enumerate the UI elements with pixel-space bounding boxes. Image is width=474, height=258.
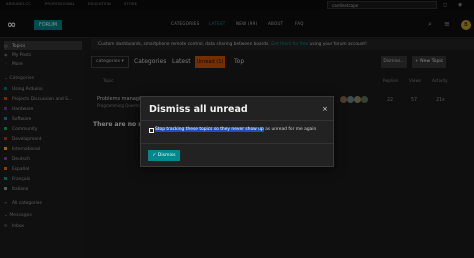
modal-title: Dismiss all unread [149, 104, 248, 115]
confirm-dismiss-button[interactable]: ✓ Dismiss [148, 150, 180, 161]
divider [141, 120, 333, 121]
dismiss-unread-modal: Dismiss all unread × Stop tracking these… [140, 96, 334, 167]
stop-tracking-label[interactable]: Stop tracking these topics so they never… [155, 127, 316, 132]
label-rest: as unread for me again [263, 127, 317, 132]
stop-tracking-checkbox[interactable] [149, 128, 154, 133]
divider [141, 143, 333, 144]
close-icon[interactable]: × [322, 105, 328, 113]
highlighted-text: Stop tracking these topics so they never… [155, 127, 264, 132]
